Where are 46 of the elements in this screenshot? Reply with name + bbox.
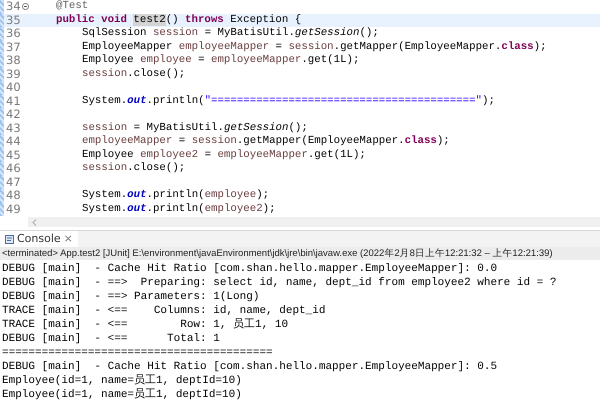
code-line: @Test xyxy=(56,0,88,14)
code-line: public void test2() throws Exception { xyxy=(56,14,302,27)
console-output-line: DEBUG [main] - ==> Preparing: select id, name, dept_id from employee2 where id = ? xyxy=(2,276,558,290)
horizontal-scrollbar[interactable] xyxy=(28,217,600,227)
code-line: session.close(); xyxy=(82,68,186,81)
code-line: System.out.println(employee2); xyxy=(82,202,276,216)
line-number: 34 xyxy=(5,0,22,14)
line-number: 45 xyxy=(5,148,22,162)
console-output-line: TRACE [main] - <== Columns: id, name, dept_id xyxy=(2,304,326,318)
line-number: 40 xyxy=(5,81,22,94)
line-number: 44 xyxy=(5,135,22,148)
console-icon xyxy=(5,234,14,244)
console-output-line: DEBUG [main] - ==> Parameters: 1(Long) xyxy=(2,290,260,304)
console-tab[interactable]: Console × xyxy=(0,231,78,247)
code-line: System.out.println("========================================="); xyxy=(82,94,495,108)
scroll-left-icon[interactable] xyxy=(32,218,37,226)
code-line: Employee employee = employeeMapper.get(1L); xyxy=(82,54,360,68)
code-line: EmployeeMapper employeeMapper = session.getMapper(EmployeeMapper.class); xyxy=(82,40,547,54)
line-number: 41 xyxy=(5,94,22,108)
console-output-line: DEBUG [main] - Cache Hit Ratio [com.shan.hello.mapper.EmployeeMapper]: 0.5 xyxy=(2,360,498,374)
console-output-line: DEBUG [main] - <== Total: 1 xyxy=(2,332,221,346)
line-number: 43 xyxy=(5,122,22,135)
code-line: Employee employee2 = employeeMapper.get(1L); xyxy=(82,148,366,162)
line-number: 39 xyxy=(5,68,22,81)
code-line: System.out.println(employee); xyxy=(82,189,270,202)
line-number: 48 xyxy=(5,189,22,202)
console-output-line: TRACE [main] - <== Row: 1, 员工1, 10 xyxy=(2,318,290,332)
code-line: SqlSession session = MyBatisUtil.getSession(); xyxy=(82,27,379,40)
line-number: 36 xyxy=(5,27,22,40)
line-number: 46 xyxy=(5,162,22,176)
line-number: 35 xyxy=(5,14,22,27)
line-number: 42 xyxy=(5,108,22,122)
process-status: <terminated> App.test2 [JUnit] E:\environment\javaEnvironment\jdk\jre\bin\javaw.exe (2022年2月8日上午12:21:32 – 上午12:21:39) xyxy=(0,247,600,260)
console-output-line: ========================================= xyxy=(2,346,274,360)
code-line: employeeMapper = session.getMapper(EmployeeMapper.class); xyxy=(82,135,450,148)
line-number: 47 xyxy=(5,176,22,189)
console-output-line: DEBUG [main] - Cache Hit Ratio [com.shan.hello.mapper.EmployeeMapper]: 0.0 xyxy=(2,262,498,276)
line-number: 37 xyxy=(5,40,22,54)
console-output-line: Employee(id=1, name=员工1, deptId=10) xyxy=(2,388,243,402)
close-button[interactable]: × xyxy=(64,232,73,246)
console-output-line: Employee(id=1, name=员工1, deptId=10) xyxy=(2,374,243,388)
code-line: session.close(); xyxy=(82,162,186,176)
code-line: session = MyBatisUtil.getSession(); xyxy=(82,122,308,135)
line-number: 49 xyxy=(5,202,22,216)
collapse-icon[interactable] xyxy=(22,3,29,10)
line-number: 38 xyxy=(5,54,22,68)
